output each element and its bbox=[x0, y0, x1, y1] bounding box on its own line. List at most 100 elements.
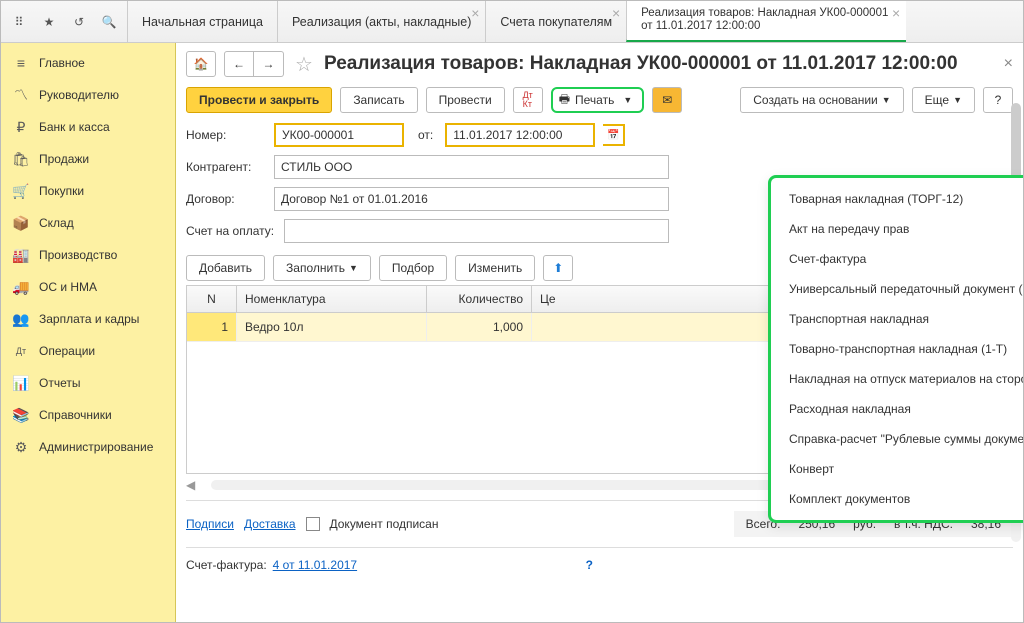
print-menu-expense[interactable]: Расходная накладная bbox=[771, 394, 1023, 424]
apps-icon[interactable]: ⠿ bbox=[7, 10, 31, 34]
back-button[interactable]: ← bbox=[224, 51, 254, 77]
more-label: Еще bbox=[925, 93, 949, 107]
help-link[interactable]: ? bbox=[586, 558, 593, 572]
number-input[interactable]: УК00-000001 bbox=[274, 123, 404, 147]
contract-input[interactable]: Договор №1 от 01.01.2016 bbox=[274, 187, 669, 211]
invoice-label: Счет на оплату: bbox=[186, 224, 276, 238]
sidebar-item-admin[interactable]: ⚙ Администрирование bbox=[1, 431, 175, 463]
menu-icon: ≡ bbox=[13, 55, 29, 71]
sidebar-item-label: Администрирование bbox=[39, 440, 153, 454]
home-button[interactable]: 🏠 bbox=[186, 51, 216, 77]
number-label: Номер: bbox=[186, 128, 266, 142]
sidebar-item-manager[interactable]: 〽Руководителю bbox=[1, 79, 175, 111]
chevron-down-icon: ▼ bbox=[953, 95, 962, 105]
sidebar-item-purchases[interactable]: 🛒 Покупки bbox=[1, 175, 175, 207]
print-menu-act[interactable]: Акт на передачу прав bbox=[771, 214, 1023, 244]
cell-quantity: 1,000 bbox=[427, 313, 532, 341]
counterparty-input[interactable]: СТИЛЬ ООО bbox=[274, 155, 669, 179]
post-button[interactable]: Провести bbox=[426, 87, 505, 113]
tab-bar: Начальная страница Реализация (акты, нак… bbox=[127, 1, 1023, 42]
add-row-button[interactable]: Добавить bbox=[186, 255, 265, 281]
print-menu-sf[interactable]: Счет-фактура bbox=[771, 244, 1023, 274]
tab-realization[interactable]: Реализация (акты, накладные)× bbox=[277, 1, 485, 42]
write-button[interactable]: Записать bbox=[340, 87, 417, 113]
content: 🏠 ← → ☆ Реализация товаров: Накладная УК… bbox=[176, 43, 1023, 622]
cell-nomenclature: Ведро 10л bbox=[237, 313, 427, 341]
page-title: Реализация товаров: Накладная УК00-00000… bbox=[324, 53, 996, 75]
top-bar: ⠿ ★ ↺ 🔍 Начальная страница Реализация (а… bbox=[1, 1, 1023, 43]
tab-label: Начальная страница bbox=[142, 15, 263, 29]
close-page-button[interactable]: × bbox=[1004, 55, 1013, 73]
invoice-input[interactable] bbox=[284, 219, 669, 243]
col-nomenclature[interactable]: Номенклатура bbox=[237, 286, 427, 312]
favorite-button[interactable]: ☆ bbox=[292, 52, 316, 76]
print-menu-torg12[interactable]: Товарная накладная (ТОРГ-12) bbox=[771, 184, 1023, 214]
sidebar-item-label: Покупки bbox=[39, 184, 84, 198]
sidebar-item-bank[interactable]: ₽Банк и касса bbox=[1, 111, 175, 143]
print-menu-set[interactable]: Комплект документов bbox=[771, 484, 1023, 514]
search-icon[interactable]: 🔍 bbox=[97, 10, 121, 34]
help-button[interactable]: ? bbox=[983, 87, 1013, 113]
scroll-left-icon[interactable]: ◀ bbox=[186, 478, 195, 492]
print-menu-m15[interactable]: Накладная на отпуск материалов на сторон… bbox=[771, 364, 1023, 394]
sidebar-item-label: Операции bbox=[39, 344, 95, 358]
sidebar-item-operations[interactable]: ДтОперации bbox=[1, 335, 175, 367]
ruble-icon: ₽ bbox=[13, 119, 29, 135]
counterparty-label: Контрагент: bbox=[186, 160, 266, 174]
create-based-button[interactable]: Создать на основании▼ bbox=[740, 87, 903, 113]
close-icon[interactable]: × bbox=[471, 5, 479, 21]
sidebar-item-main[interactable]: ≡Главное bbox=[1, 47, 175, 79]
sidebar-item-label: Склад bbox=[39, 216, 74, 230]
contract-label: Договор: bbox=[186, 192, 266, 206]
post-and-close-button[interactable]: Провести и закрыть bbox=[186, 87, 332, 113]
sidebar-item-assets[interactable]: 🚚ОС и НМА bbox=[1, 271, 175, 303]
print-menu-ttn[interactable]: Товарно-транспортная накладная (1-Т) bbox=[771, 334, 1023, 364]
sidebar-item-production[interactable]: 🏭Производство bbox=[1, 239, 175, 271]
print-button[interactable]: 🖶Печать▼ bbox=[551, 87, 645, 113]
print-dropdown: Товарная накладная (ТОРГ-12) Акт на пере… bbox=[768, 175, 1023, 523]
sidebar-item-warehouse[interactable]: 📦Склад bbox=[1, 207, 175, 239]
tab-label: Счета покупателям bbox=[500, 15, 612, 29]
sf-link[interactable]: 4 от 11.01.2017 bbox=[273, 558, 357, 572]
email-button[interactable]: ✉ bbox=[652, 87, 682, 113]
sf-label: Счет-фактура: bbox=[186, 558, 267, 572]
sidebar-item-sales[interactable]: 🛍 Продажи bbox=[1, 143, 175, 175]
signed-checkbox[interactable] bbox=[306, 517, 320, 531]
delivery-link[interactable]: Доставка bbox=[244, 517, 296, 531]
printer-icon: 🖶 bbox=[559, 90, 570, 111]
signatures-link[interactable]: Подписи bbox=[186, 517, 234, 531]
toolbar: Провести и закрыть Записать Провести ДтК… bbox=[186, 87, 1013, 113]
date-input[interactable]: 11.01.2017 12:00:00 bbox=[445, 123, 595, 147]
print-menu-transport[interactable]: Транспортная накладная bbox=[771, 304, 1023, 334]
barchart-icon: 📊 bbox=[13, 375, 29, 391]
change-button[interactable]: Изменить bbox=[455, 255, 535, 281]
calendar-icon[interactable]: 📅 bbox=[603, 124, 625, 146]
bag-icon: 🛍 bbox=[13, 151, 29, 167]
sidebar-item-references[interactable]: 📚Справочники bbox=[1, 399, 175, 431]
tab-invoices[interactable]: Счета покупателям× bbox=[485, 1, 626, 42]
cart-icon: 🛒 bbox=[13, 183, 29, 199]
star-icon[interactable]: ★ bbox=[37, 10, 61, 34]
gear-icon: ⚙ bbox=[13, 439, 29, 455]
close-icon[interactable]: × bbox=[612, 5, 620, 21]
tab-label: Реализация товаров: Накладная УК00-00000… bbox=[641, 7, 892, 33]
print-menu-upd[interactable]: Универсальный передаточный документ (УПД… bbox=[771, 274, 1023, 304]
print-menu-reference[interactable]: Справка-расчет "Рублевые суммы документа… bbox=[771, 424, 1023, 454]
print-menu-envelope[interactable]: Конверт bbox=[771, 454, 1023, 484]
more-button[interactable]: Еще ▼ bbox=[912, 87, 975, 113]
sidebar-item-reports[interactable]: 📊Отчеты bbox=[1, 367, 175, 399]
sidebar-item-label: Продажи bbox=[39, 152, 89, 166]
tab-document-active[interactable]: Реализация товаров: Накладная УК00-00000… bbox=[626, 1, 906, 42]
tab-home[interactable]: Начальная страница bbox=[127, 1, 277, 42]
select-button[interactable]: Подбор bbox=[379, 255, 447, 281]
close-icon[interactable]: × bbox=[892, 5, 900, 21]
move-up-button[interactable]: ⬆ bbox=[543, 255, 573, 281]
col-n[interactable]: N bbox=[187, 286, 237, 312]
history-icon[interactable]: ↺ bbox=[67, 10, 91, 34]
fill-button[interactable]: Заполнить▼ bbox=[273, 255, 371, 281]
dtkt-button[interactable]: ДтКт bbox=[513, 87, 543, 113]
forward-button[interactable]: → bbox=[254, 51, 284, 77]
col-quantity[interactable]: Количество bbox=[427, 286, 532, 312]
sidebar-item-label: Руководителю bbox=[39, 88, 119, 102]
sidebar-item-salary[interactable]: 👥Зарплата и кадры bbox=[1, 303, 175, 335]
